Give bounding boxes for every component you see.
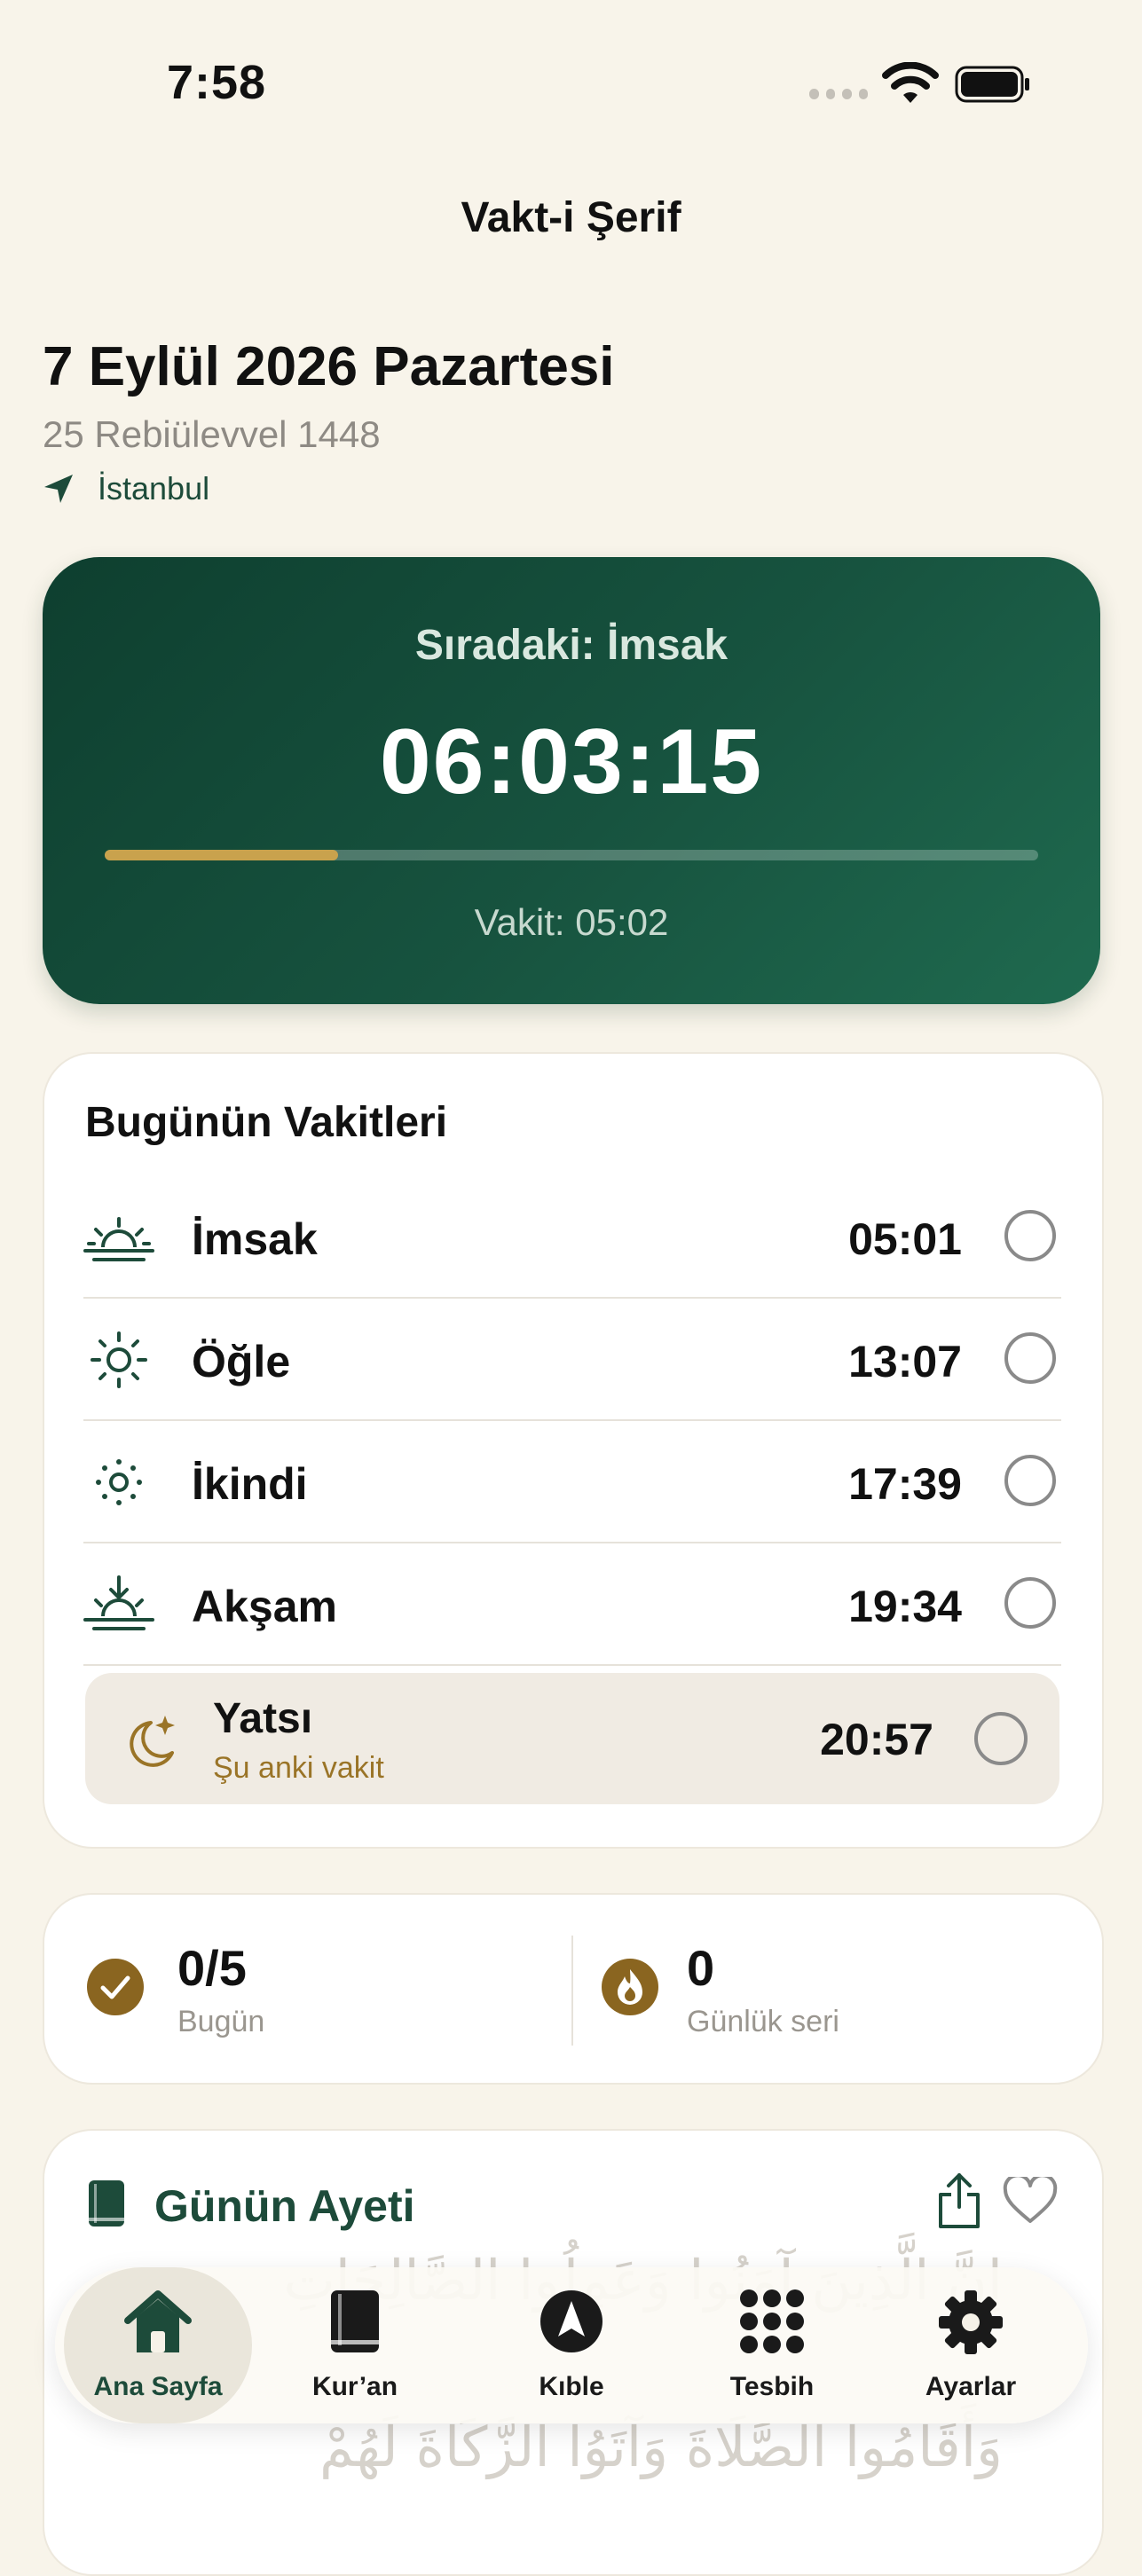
verse-title: Günün Ayeti [154,2181,415,2231]
prayer-time: 20:57 [820,1715,933,1764]
current-prayer-subtitle: Şu anki vakit [213,1751,384,1785]
sunrise-icon [83,1217,154,1261]
today-prayers-card: Bugünün Vakitleri İmsak 05:01 Öğle 13:07… [43,1052,1104,1849]
today-count: 0/5 [177,1940,247,1996]
tab-label: Kıble [539,2372,604,2401]
prayer-name: Öğle [192,1337,291,1386]
divider [571,1936,573,2046]
hijri-date: 25 Rebiülevvel 1448 [43,413,381,455]
stats-card: 0/5 Bugün 0 Günlük seri [43,1893,1104,2085]
wifi-icon [882,62,939,103]
app-title: Vakt-i Şerif [461,194,681,241]
prayer-row-ikindi[interactable]: İkindi 17:39 [83,1421,1061,1543]
gear-icon [939,2290,1003,2354]
prayer-row-ogle[interactable]: Öğle 13:07 [83,1299,1061,1421]
progress-track [105,850,1038,860]
prayer-time: 13:07 [848,1337,962,1386]
mark-done-checkbox[interactable] [1004,1332,1056,1384]
flame-circle-icon [602,1959,658,2015]
mark-done-checkbox[interactable] [1004,1577,1056,1629]
compass-icon [540,2290,603,2352]
tab-tesbih[interactable]: Tesbih [678,2267,866,2423]
tab-bar: Ana Sayfa Kur’an Kıble Tesbih Ayarlar [55,2267,1088,2423]
grid-dots-icon [740,2289,804,2353]
sunset-icon [83,1575,154,1630]
status-time: 7:58 [167,56,267,109]
prayer-row-yatsi-current[interactable]: Yatsı Şu anki vakit 20:57 [85,1673,1059,1804]
prayer-time-label: Vakit: 05:02 [474,901,669,943]
prayer-name: İkindi [192,1459,308,1509]
heart-icon[interactable] [1003,2177,1058,2225]
prayer-row-aksam[interactable]: Akşam 19:34 [83,1543,1061,1666]
next-prayer-card: Sıradaki: İmsak 06:03:15 Vakit: 05:02 [43,557,1100,1004]
tab-kuran[interactable]: Kur’an [261,2267,449,2423]
tab-label: Ana Sayfa [93,2372,223,2401]
mark-done-checkbox[interactable] [974,1712,1028,1765]
today-label: Bugün [177,2005,265,2038]
house-icon [124,2290,192,2352]
countdown-timer: 06:03:15 [379,711,764,813]
gregorian-date: 7 Eylül 2026 Pazartesi [43,336,615,397]
section-title: Bugünün Vakitleri [85,1099,448,1146]
checkmark-circle-icon [87,1959,144,2015]
book-icon [89,2180,124,2227]
prayer-time: 17:39 [848,1459,962,1509]
share-icon[interactable] [933,2172,985,2230]
prayer-name: Yatsı [213,1695,313,1742]
sun-icon [91,1331,147,1388]
tab-label: Ayarlar [925,2372,1017,2401]
battery-icon [955,66,1029,103]
location-row[interactable]: İstanbul [43,470,209,507]
mark-done-checkbox[interactable] [1004,1455,1056,1506]
streak-count: 0 [687,1940,715,1996]
location-arrow-icon [44,475,73,503]
prayer-time: 05:01 [848,1214,962,1264]
next-prayer-label: Sıradaki: İmsak [414,622,729,669]
cellular-signal-icon [809,89,868,99]
prayer-name: İmsak [192,1214,318,1264]
prayer-time: 19:34 [848,1582,962,1631]
progress-fill [105,850,338,860]
sun-small-icon [96,1459,142,1505]
prayer-name: Akşam [192,1582,337,1631]
prayer-row-imsak[interactable]: İmsak 05:01 [83,1176,1061,1299]
streak-label: Günlük seri [687,2005,839,2038]
moon-stars-icon [130,1716,175,1767]
divider [83,1664,1061,1666]
tab-label: Kur’an [311,2372,398,2401]
tab-kible[interactable]: Kıble [477,2267,666,2423]
book-icon [331,2290,379,2352]
tab-ayarlar[interactable]: Ayarlar [877,2267,1065,2423]
verse-arabic-line: وَأَقَامُوا الصَّلَاةَ وَآتَوُا الزَّكَا… [319,2415,1003,2479]
location-label: İstanbul [98,470,210,507]
tab-label: Tesbih [729,2372,815,2401]
mark-done-checkbox[interactable] [1004,1210,1056,1261]
tab-ana-sayfa[interactable]: Ana Sayfa [64,2267,252,2423]
